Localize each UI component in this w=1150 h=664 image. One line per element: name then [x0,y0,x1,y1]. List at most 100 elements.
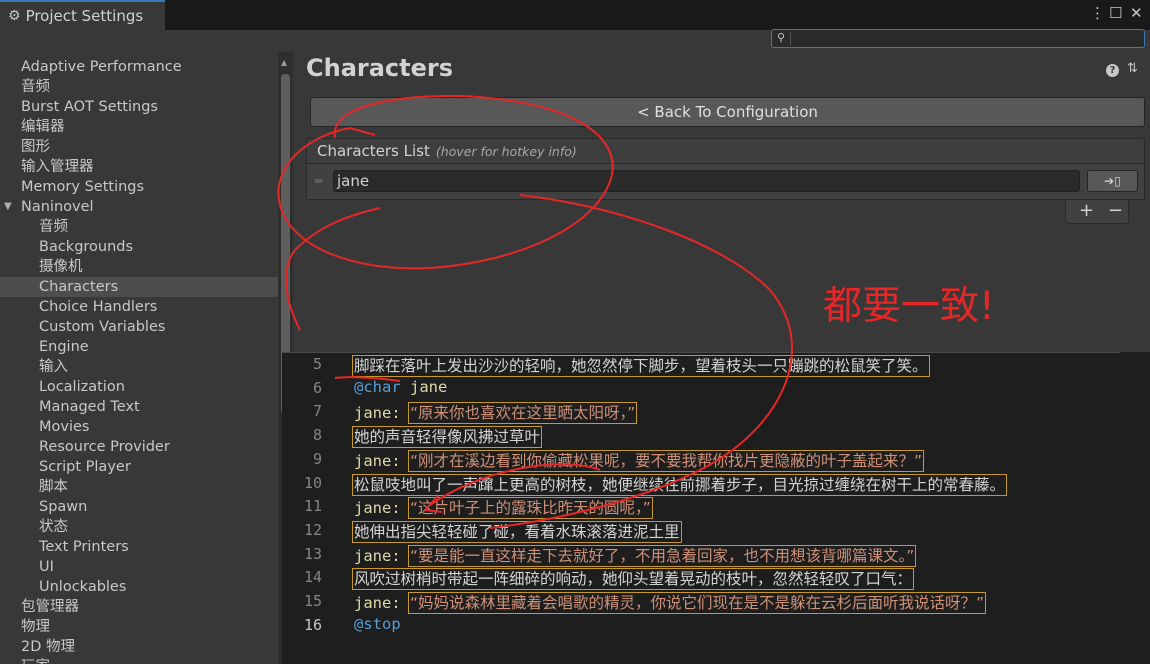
characters-list-header: Characters List (hover for hotkey info) [306,138,1145,164]
sidebar-item[interactable]: 状态 [0,517,278,537]
sidebar-item[interactable]: Characters [0,277,278,297]
close-icon[interactable]: ✕ [1130,4,1143,22]
sidebar-item-label: Burst AOT Settings [21,99,158,115]
sidebar-item[interactable]: UI [0,557,278,577]
page-title: Characters [306,54,454,82]
code-line[interactable]: @stop [354,615,401,633]
scroll-up-icon[interactable]: ▲ [281,58,287,67]
editor-margin [1120,352,1150,664]
sidebar-item-label: Characters [39,279,119,295]
code-line[interactable]: jane: “刚才在溪边看到你偷藏松果呢，要不要我帮你找片更隐蔽的叶子盖起来？” [354,449,925,472]
sidebar-item[interactable]: 编辑器 [0,117,278,137]
drag-handle-icon[interactable]: ═ [315,174,322,188]
open-character-button[interactable]: ➔▯ [1087,170,1138,192]
sidebar-item[interactable]: Choice Handlers [0,297,278,317]
line-number: 14 [303,568,322,587]
sidebar-item-label: Spawn [39,499,88,515]
sidebar-item[interactable]: 输入 [0,357,278,377]
window-tab[interactable]: ⚙ Project Settings [0,0,165,30]
command-keyword: @char [354,377,401,396]
sidebar-item[interactable]: Backgrounds [0,237,278,257]
sidebar-item[interactable]: 物理 [0,617,278,637]
search-input[interactable]: ⚲ [771,29,1145,48]
sidebar-item[interactable]: 图形 [0,137,278,157]
sidebar-item[interactable]: Spawn [0,497,278,517]
sidebar-item-label: Adaptive Performance [21,59,182,75]
sidebar-item[interactable]: Burst AOT Settings [0,97,278,117]
expand-arrow-icon[interactable]: ▼ [4,197,12,217]
gear-icon: ⚙ [8,8,21,24]
sidebar-item-label: 音频 [21,79,50,95]
line-number: 6 [312,378,322,397]
sidebar-item-label: Engine [39,339,89,355]
sidebar-item[interactable]: 2D 物理 [0,637,278,657]
sidebar-item[interactable]: Memory Settings [0,177,278,197]
sidebar-item-label: Backgrounds [39,239,134,255]
command-argument: jane [410,377,448,396]
speaker-name: jane: [354,451,401,470]
sidebar-item-label: 脚本 [39,479,68,495]
line-number: 15 [303,592,322,610]
sidebar-item[interactable]: 音频 [0,217,278,237]
code-line[interactable]: 她的声音轻得像风拂过草叶 [351,425,543,449]
line-number: 16 [303,615,322,634]
kebab-menu-icon[interactable]: ⋮ [1090,4,1105,22]
sidebar-item[interactable]: 摄像机 [0,257,278,277]
sidebar-item[interactable]: Custom Variables [0,317,278,337]
sidebar-item[interactable]: Localization [0,377,278,397]
sidebar-item-label: Unlockables [39,579,127,595]
dialog-text: “要是能一直这样走下去就好了，不用急着回家，也不用想该背哪篇课文。” [408,544,917,567]
sidebar-item[interactable]: 玩家 [0,657,278,664]
sidebar-item[interactable]: 输入管理器 [0,157,278,177]
speaker-name: jane: [354,546,401,565]
code-line[interactable]: jane: “妈妈说森林里藏着会唱歌的精灵，你说它们现在是不是躲在云杉后面听我说… [354,591,987,614]
sidebar-item[interactable]: Unlockables [0,577,278,597]
presets-icon[interactable]: ⇅ [1127,61,1138,76]
sidebar-item[interactable]: Text Printers [0,537,278,557]
sidebar-item[interactable]: Engine [0,337,278,357]
code-line[interactable]: 她伸出指尖轻轻碰了碰，看着水珠滚落进泥土里 [352,520,682,543]
sidebar-item[interactable]: Adaptive Performance [0,57,278,77]
code-line[interactable]: jane: “这片叶子上的露珠比昨天的圆呢，” [354,496,653,520]
sidebar-item[interactable]: 音频 [0,77,278,97]
character-name-field[interactable]: jane [333,170,1080,192]
code-line[interactable]: jane: “原来你也喜欢在这里晒太阳呀，” [354,401,638,425]
back-to-configuration-button[interactable]: < Back To Configuration [310,97,1145,127]
sidebar-item-label: Memory Settings [21,179,145,195]
speaker-name: jane: [354,404,401,423]
sidebar-item[interactable]: ▼ Naninovel [0,197,278,217]
help-icon[interactable]: ? [1106,64,1119,77]
sidebar-item[interactable]: Script Player [0,457,278,477]
line-number: 5 [312,355,322,373]
sidebar-item-label: 输入管理器 [21,159,94,175]
remove-button[interactable]: − [1108,200,1123,221]
open-arrow-icon: ➔▯ [1104,174,1121,188]
code-line[interactable]: 脚踩在落叶上发出沙沙的轻响，她忽然停下脚步，望着枝头一只蹦跳的松鼠笑了笑。 [352,354,930,377]
maximize-icon[interactable]: ☐ [1109,4,1122,22]
code-line[interactable]: 松鼠吱地叫了一声蹿上更高的树枝，她便继续往前挪着步子，目光掠过缠绕在树干上的常春… [351,473,1008,496]
sidebar-item-label: 输入 [39,359,68,375]
sidebar-item[interactable]: Resource Provider [0,437,278,457]
sidebar-item[interactable]: 包管理器 [0,597,278,617]
window-title: Project Settings [25,7,144,25]
settings-sidebar: Adaptive Performance 音频 Burst AOT Settings… [0,52,278,664]
line-number: 12 [303,520,322,539]
sidebar-item-label: Script Player [39,459,131,475]
code-line[interactable]: 风吹过树梢时带起一阵细碎的响动，她仰头望着晃动的枝叶，忽然轻轻叹了口气： [351,567,915,591]
code-line[interactable]: jane: “要是能一直这样走下去就好了，不用急着回家，也不用想该背哪篇课文。” [354,544,917,567]
dialog-text: “刚才在溪边看到你偷藏松果呢，要不要我帮你找片更隐蔽的叶子盖起来？” [408,449,925,472]
speaker-name: jane: [354,499,401,518]
sidebar-item[interactable]: 脚本 [0,477,278,497]
sidebar-item-label: 玩家 [21,659,50,664]
sidebar-item-label: 2D 物理 [21,639,75,655]
sidebar-item[interactable]: Movies [0,417,278,437]
sidebar-item[interactable]: Managed Text [0,397,278,417]
code-line[interactable]: @char jane [354,378,447,396]
search-field[interactable] [790,32,1142,45]
narration-text: 脚踩在落叶上发出沙沙的轻响，她忽然停下脚步，望着枝头一只蹦跳的松鼠笑了笑。 [352,355,930,377]
add-button[interactable]: + [1079,200,1094,221]
sidebar-item-label: Text Printers [39,539,129,555]
sidebar-item-label: Custom Variables [39,319,166,335]
sidebar-item-label: 包管理器 [21,599,79,615]
script-editor[interactable]: 5 脚踩在落叶上发出沙沙的轻响，她忽然停下脚步，望着枝头一只蹦跳的松鼠笑了笑。 6 @… [282,352,1120,664]
